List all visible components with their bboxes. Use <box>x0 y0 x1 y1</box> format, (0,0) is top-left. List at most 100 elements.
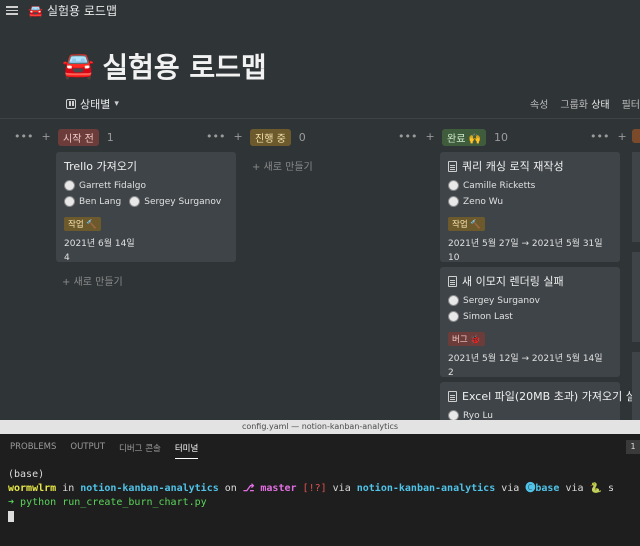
card-number: 10 <box>448 253 460 263</box>
notion-window: 🚘 실험용 로드맵 🚘 실험용 로드맵 상태별 ▾ 속성 그룹화 상태 필터 •… <box>0 0 640 422</box>
board-card[interactable]: 쿼리 캐싱 로직 재작성 Camille Ricketts Zeno Wu 작업… <box>440 152 620 263</box>
tab-debug-console[interactable]: 디버그 콘솔 <box>119 442 161 459</box>
status-tag: 완료 🙌 <box>442 129 487 146</box>
left-column-controls: ••• + <box>14 130 51 143</box>
tab-terminal[interactable]: 터미널 <box>174 442 199 459</box>
column-controls: ••• + <box>590 130 627 143</box>
avatar <box>64 180 75 191</box>
assignees: Garrett Fidalgo <box>64 180 228 191</box>
tab-problems[interactable]: PROBLEMS <box>10 442 56 459</box>
next-column-tag <box>632 129 640 143</box>
tab-output[interactable]: OUTPUT <box>70 442 105 459</box>
top-bar: 🚘 실험용 로드맵 <box>0 0 640 22</box>
new-card-button[interactable]: + 새로 만들기 <box>62 273 123 288</box>
terminal-text: via <box>495 483 526 494</box>
add-icon[interactable]: + <box>233 130 242 143</box>
card-title: Excel 파일(20MB 초과) 가져오기 실패 <box>448 388 640 404</box>
card-title: 새 이모지 렌더링 실패 <box>448 273 612 289</box>
assignees: Sergey Surganov <box>448 295 612 306</box>
card-title-text: 쿼리 캐싱 로직 재작성 <box>462 160 564 173</box>
board-view-icon <box>66 99 76 109</box>
column-count: 10 <box>494 131 509 144</box>
terminal-env: notion-kanban-analytics <box>356 483 496 494</box>
person-name: Garrett Fidalgo <box>79 180 146 191</box>
terminal-dir: notion-kanban-analytics <box>80 483 219 494</box>
card-title-text: Excel 파일(20MB 초과) 가져오기 실패 <box>462 390 640 403</box>
terminal-prompt: ➜ <box>8 497 21 508</box>
type-tag: 작업 🔨 <box>448 217 485 231</box>
divider <box>0 118 640 119</box>
add-icon[interactable]: + <box>41 130 50 143</box>
avatar <box>64 196 75 207</box>
person-name: Zeno Wu <box>463 196 504 207</box>
card-date: 2021년 5월 12일 → 2021년 5월 14일 <box>448 354 603 364</box>
new-card-button[interactable]: + 새로 만들기 <box>252 158 313 173</box>
group-button[interactable]: 그룹화 상태 <box>560 96 609 111</box>
add-icon[interactable]: + <box>617 130 626 143</box>
next-column-card <box>632 252 640 342</box>
assignees: Simon Last <box>448 311 612 322</box>
person: Simon Last <box>448 311 513 322</box>
column-controls: ••• + <box>398 130 435 143</box>
more-icon[interactable]: ••• <box>590 130 609 143</box>
more-icon[interactable]: ••• <box>14 130 33 143</box>
person-name: Sergey Surganov <box>463 295 540 306</box>
person: Sergey Surganov <box>448 295 540 306</box>
more-icon[interactable]: ••• <box>206 130 225 143</box>
page-title: 🚘 실험용 로드맵 <box>62 46 267 86</box>
column-controls: ••• + <box>206 130 243 143</box>
board-card[interactable]: 새 이모지 렌더링 실패 Sergey Surganov Simon Last … <box>440 267 620 378</box>
person-name: Simon Last <box>463 311 513 322</box>
terminal-text: via <box>326 483 357 494</box>
board-card[interactable]: Trello 가져오기 Garrett Fidalgo Ben Lang Ser… <box>56 152 236 263</box>
panel-tabs: PROBLEMS OUTPUT 디버그 콘솔 터미널 <box>10 442 199 459</box>
window-title-bar: config.yaml — notion-kanban-analytics <box>0 420 640 434</box>
card-title-text: Trello 가져오기 <box>64 160 137 173</box>
avatar <box>448 180 459 191</box>
terminal-cursor <box>8 510 14 522</box>
terminal-count-badge[interactable]: 1 <box>626 440 640 454</box>
breadcrumb-title: 실험용 로드맵 <box>46 4 118 18</box>
add-icon[interactable]: + <box>425 130 434 143</box>
terminal-text: in <box>56 483 81 494</box>
card-title-text: 새 이모지 렌더링 실패 <box>462 275 564 288</box>
view-label: 상태별 <box>80 98 111 111</box>
card-number: 4 <box>64 253 70 263</box>
board-card[interactable]: Excel 파일(20MB 초과) 가져오기 실패 Ryo Lu <box>440 382 640 422</box>
menu-icon[interactable] <box>6 4 18 16</box>
terminal-branch: master <box>254 483 297 494</box>
type-tag: 작업 🔨 <box>64 217 101 231</box>
more-icon[interactable]: ••• <box>398 130 417 143</box>
document-icon <box>448 390 457 402</box>
next-column-card <box>632 352 640 422</box>
assignees: Zeno Wu <box>448 196 612 207</box>
page-title-text: 실험용 로드맵 <box>102 51 267 84</box>
avatar <box>448 295 459 306</box>
column-header-not-started: 시작 전 1 <box>58 129 114 146</box>
person-name: Sergey Surganov <box>144 196 222 207</box>
person: Camille Ricketts <box>448 180 535 191</box>
card-date: 2021년 5월 27일 → 2021년 5월 31일 <box>448 239 603 249</box>
terminal-panel: PROBLEMS OUTPUT 디버그 콘솔 터미널 1 (base) worm… <box>0 434 640 546</box>
chevron-down-icon: ▾ <box>114 99 119 109</box>
person-name: Ryo Lu <box>463 410 494 421</box>
document-icon <box>448 160 457 172</box>
assignees: Camille Ricketts <box>448 180 612 191</box>
breadcrumb[interactable]: 🚘 실험용 로드맵 <box>28 2 117 19</box>
person: Zeno Wu <box>448 196 503 207</box>
terminal-output[interactable]: (base) wormwlrm in notion-kanban-analyti… <box>8 468 614 524</box>
card-number: 2 <box>448 368 454 378</box>
person: Ben Lang <box>64 196 121 207</box>
card-title: Trello 가져오기 <box>64 158 228 174</box>
terminal-git-status: [!?] <box>296 483 327 494</box>
person-name: Ben Lang <box>79 196 122 207</box>
terminal-text: on <box>218 483 243 494</box>
card-date: 2021년 6월 14일 <box>64 239 135 249</box>
car-icon: 🚘 <box>28 3 43 18</box>
filter-button[interactable]: 필터 <box>622 96 640 111</box>
properties-button[interactable]: 속성 <box>530 96 548 111</box>
avatar <box>129 196 141 207</box>
view-selector[interactable]: 상태별 ▾ <box>66 96 119 112</box>
page-car-icon: 🚘 <box>62 51 95 81</box>
git-branch-icon: ⎇ <box>242 483 255 494</box>
